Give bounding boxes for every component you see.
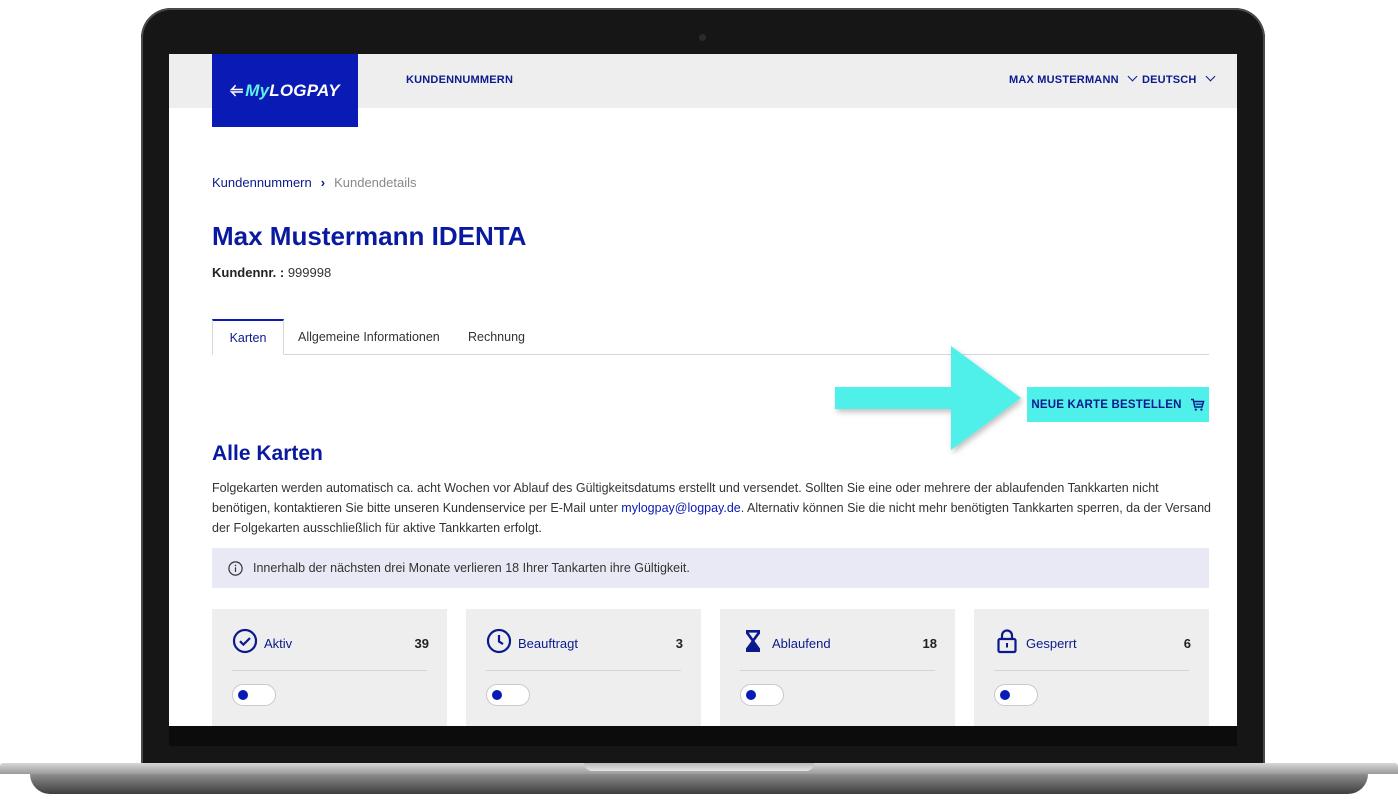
toggle-knob — [492, 690, 502, 700]
customer-number: Kundennr. : 999998 — [212, 265, 331, 280]
toggle-knob — [1000, 690, 1010, 700]
breadcrumb-separator: › — [320, 175, 326, 190]
toggle-knob — [746, 690, 756, 700]
status-card-count: 18 — [922, 636, 937, 651]
card-divider — [232, 670, 427, 671]
logo-suffix: LOGPAY — [269, 80, 340, 100]
section-title: Alle Karten — [212, 442, 323, 465]
user-menu[interactable]: MAX MUSTERMANN — [1009, 71, 1138, 86]
camera-dot — [699, 34, 706, 41]
tab-bar: Karten Allgemeine Informationen Rechnung — [212, 319, 1209, 355]
status-filter-toggle[interactable] — [994, 684, 1038, 706]
laptop-base-bottom — [30, 774, 1368, 794]
status-card-count: 39 — [414, 636, 429, 651]
status-card-label: Beauftragt — [518, 636, 578, 651]
chevron-down-icon — [1127, 71, 1138, 82]
logo-prefix: My — [245, 80, 270, 100]
card-divider — [994, 670, 1189, 671]
hourglass-icon — [746, 630, 760, 652]
toggle-knob — [238, 690, 248, 700]
status-card-beauftragt[interactable]: Beauftragt 3 — [466, 609, 701, 726]
order-new-card-label: NEUE KARTE BESTELLEN — [1031, 398, 1182, 411]
laptop-base — [0, 763, 1398, 800]
page-title: Max Mustermann IDENTA — [212, 221, 527, 251]
screen-bottom-bezel — [169, 726, 1237, 746]
status-card-count: 3 — [675, 636, 683, 651]
info-banner-text: Innerhalb der nächsten drei Monate verli… — [253, 561, 690, 575]
order-new-card-button[interactable]: NEUE KARTE BESTELLEN — [1027, 387, 1209, 422]
info-banner: Innerhalb der nächsten drei Monate verli… — [212, 548, 1209, 588]
language-menu[interactable]: DEUTSCH — [1142, 71, 1216, 86]
status-filter-toggle[interactable] — [486, 684, 530, 706]
breadcrumb-current: Kundendetails — [334, 175, 417, 190]
chevron-down-icon — [1205, 71, 1216, 82]
status-filter-toggle[interactable] — [232, 684, 276, 706]
lock-icon — [997, 629, 1017, 654]
status-card-gesperrt[interactable]: Gesperrt 6 — [974, 609, 1209, 726]
mylogpay-logo[interactable]: ⥢ My LOGPAY — [212, 54, 358, 127]
breadcrumb-link-kundennummern[interactable]: Kundennummern — [212, 175, 312, 190]
status-card-label: Gesperrt — [1026, 636, 1077, 651]
breadcrumb: Kundennummern › Kundendetails — [212, 175, 416, 190]
support-email-link[interactable]: mylogpay@logpay.de — [621, 501, 740, 515]
status-filter-toggle[interactable] — [740, 684, 784, 706]
status-card-aktiv[interactable]: Aktiv 39 — [212, 609, 447, 726]
card-divider — [740, 670, 935, 671]
tab-allgemeine-informationen[interactable]: Allgemeine Informationen — [298, 319, 440, 354]
language-menu-label: DEUTSCH — [1142, 74, 1197, 86]
status-card-count: 6 — [1183, 636, 1191, 651]
laptop-opening-notch — [584, 763, 814, 771]
cart-icon — [1190, 398, 1205, 411]
logo-swoosh-icon: ⥢ — [230, 81, 244, 99]
highlight-arrow-icon — [835, 346, 1021, 450]
nav-link-kundennummern[interactable]: KUNDENNUMMERN — [406, 74, 513, 86]
user-menu-label: MAX MUSTERMANN — [1009, 74, 1119, 86]
status-card-ablaufend[interactable]: Ablaufend 18 — [720, 609, 955, 726]
card-divider — [486, 670, 681, 671]
section-description: Folgekarten werden automatisch ca. acht … — [212, 478, 1212, 538]
laptop-frame: ⥢ My LOGPAY KUNDENNUMMERN MAX MUSTERMANN D… — [141, 8, 1265, 768]
clock-icon — [486, 628, 512, 654]
laptop-screen: ⥢ My LOGPAY KUNDENNUMMERN MAX MUSTERMANN D… — [169, 54, 1237, 726]
customer-number-label: Kundennr. : — [212, 265, 285, 280]
status-card-label: Aktiv — [264, 636, 293, 651]
status-card-label: Ablaufend — [772, 636, 831, 651]
customer-number-value: 999998 — [284, 265, 332, 280]
info-icon — [228, 560, 243, 576]
tab-karten[interactable]: Karten — [212, 319, 284, 355]
tab-rechnung[interactable]: Rechnung — [468, 319, 525, 354]
check-circle-icon — [232, 628, 258, 654]
